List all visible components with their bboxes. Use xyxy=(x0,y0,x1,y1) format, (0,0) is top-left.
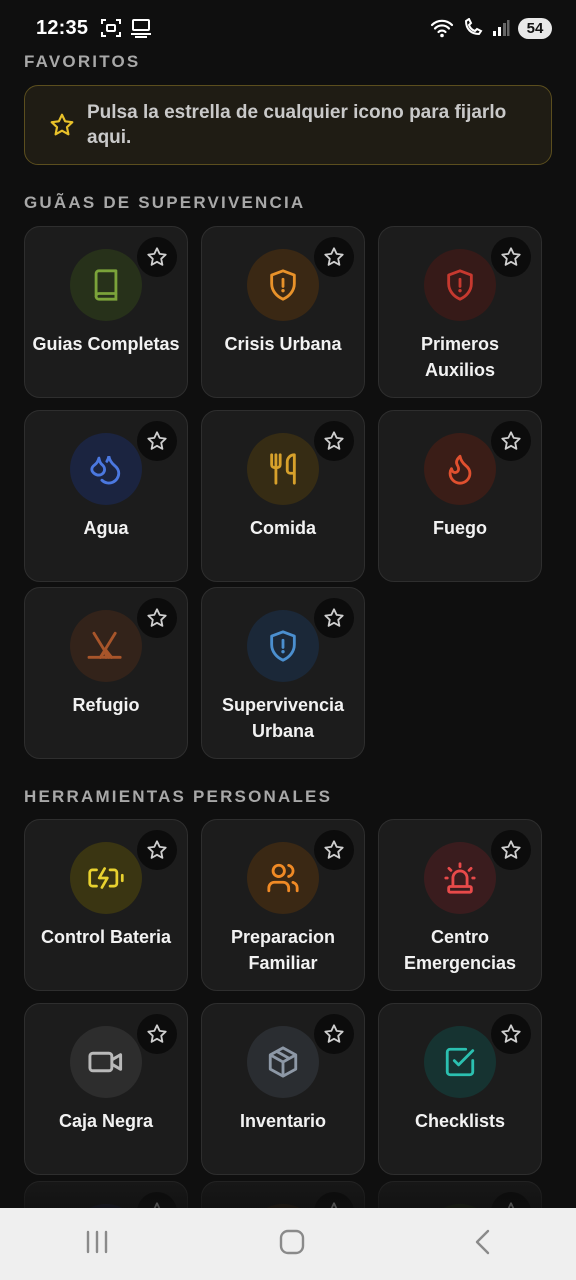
favorites-hint: Pulsa la estrella de cualquier icono par… xyxy=(87,102,507,148)
pin-favorite-button[interactable] xyxy=(314,1014,354,1054)
star-icon xyxy=(50,113,74,136)
card-label: Supervivencia Urbana xyxy=(221,695,345,741)
star-icon xyxy=(324,431,344,450)
tools-title: HERRAMIENTAS PERSONALES xyxy=(24,787,333,806)
card-label: Caja Negra xyxy=(58,1111,154,1131)
check-square-icon xyxy=(445,1047,475,1077)
star-icon xyxy=(147,247,167,266)
flame-icon xyxy=(448,454,472,485)
pin-favorite-button[interactable] xyxy=(491,421,531,461)
card-label: Inventario xyxy=(239,1111,327,1131)
video-icon xyxy=(88,1051,123,1073)
book-icon xyxy=(94,269,118,301)
status-time: 12:35 xyxy=(36,16,89,39)
favorites-title: FAVORITOS xyxy=(24,52,141,71)
pin-favorite-button[interactable] xyxy=(137,421,177,461)
card-label: Refugio xyxy=(72,695,140,715)
star-icon xyxy=(147,1024,167,1043)
card-label: Comida xyxy=(249,518,316,538)
guide-card-guias-completas[interactable]: Guias Completas xyxy=(24,226,188,398)
guide-card-comida[interactable]: Comida xyxy=(201,410,365,582)
card-label: Crisis Urbana xyxy=(224,334,342,354)
tool-card-checklists[interactable]: Checklists xyxy=(378,1003,542,1175)
recent-apps-button[interactable] xyxy=(83,1229,111,1260)
guide-card-primeros-auxilios[interactable]: Primeros Auxilios xyxy=(378,226,542,398)
star-icon xyxy=(324,840,344,859)
shield-alert-icon xyxy=(270,269,296,301)
tool-card-control-bateria[interactable]: Control Bateria xyxy=(24,819,188,991)
screenshot-icon xyxy=(101,19,122,37)
pin-favorite-button[interactable] xyxy=(491,830,531,870)
battery-charging-icon xyxy=(88,867,124,889)
back-button[interactable] xyxy=(473,1228,493,1261)
utensils-icon xyxy=(270,453,296,485)
tool-card-caja-negra[interactable]: Caja Negra xyxy=(24,1003,188,1175)
pin-favorite-button[interactable] xyxy=(491,1014,531,1054)
pin-favorite-button[interactable] xyxy=(491,237,531,277)
star-icon xyxy=(147,840,167,859)
star-icon xyxy=(501,840,521,859)
guide-card-agua[interactable]: Agua xyxy=(24,410,188,582)
card-label: Fuego xyxy=(433,518,487,538)
siren-icon xyxy=(444,862,476,894)
card-label: Control Bateria xyxy=(40,927,172,947)
pin-favorite-button[interactable] xyxy=(137,237,177,277)
star-icon xyxy=(501,1024,521,1043)
battery-level: 54 xyxy=(518,17,552,39)
star-icon xyxy=(324,1024,344,1043)
droplets-icon xyxy=(90,455,121,485)
card-label: Agua xyxy=(83,518,129,538)
pin-favorite-button[interactable] xyxy=(314,598,354,638)
star-icon xyxy=(501,431,521,450)
cast-icon xyxy=(131,19,152,38)
guides-title: GUÃ­AS DE SUPERVIVENCIA xyxy=(24,193,306,212)
signal-icon xyxy=(493,20,510,36)
star-icon xyxy=(324,608,344,627)
pin-favorite-button[interactable] xyxy=(137,1014,177,1054)
recent-apps-icon xyxy=(87,1230,108,1253)
card-label: Centro Emergencias xyxy=(403,927,517,973)
box-icon xyxy=(268,1046,298,1078)
back-icon xyxy=(475,1229,489,1254)
star-icon xyxy=(147,431,167,450)
star-icon xyxy=(324,247,344,266)
star-icon xyxy=(147,608,167,627)
pin-favorite-button[interactable] xyxy=(314,830,354,870)
pin-favorite-button[interactable] xyxy=(137,830,177,870)
guide-card-crisis-urbana[interactable]: Crisis Urbana xyxy=(201,226,365,398)
tent-icon xyxy=(87,631,122,659)
tool-card-inventario[interactable]: Inventario xyxy=(201,1003,365,1175)
card-label: Preparacion Familiar xyxy=(230,927,336,973)
shield-alert-icon xyxy=(447,269,473,301)
wifi-call-icon xyxy=(464,18,483,36)
tool-card-preparacion-familiar[interactable]: Preparacion Familiar xyxy=(201,819,365,991)
home-icon xyxy=(279,1229,305,1254)
pin-favorite-button[interactable] xyxy=(314,421,354,461)
favorites-empty-box: Pulsa la estrella de cualquier icono par… xyxy=(24,85,552,165)
system-nav-bar xyxy=(0,1178,576,1280)
guide-card-supervivencia-urbana[interactable]: Supervivencia Urbana xyxy=(201,587,365,759)
card-label: Primeros Auxilios xyxy=(420,334,500,380)
home-button[interactable] xyxy=(278,1228,306,1261)
guide-card-refugio[interactable]: Refugio xyxy=(24,587,188,759)
status-bar: 12:35 54 xyxy=(0,0,576,56)
shield-alert-icon xyxy=(270,630,296,662)
guide-card-fuego[interactable]: Fuego xyxy=(378,410,542,582)
tool-card-centro-emergencias[interactable]: Centro Emergencias xyxy=(378,819,542,991)
pin-favorite-button[interactable] xyxy=(137,598,177,638)
pin-favorite-button[interactable] xyxy=(314,237,354,277)
users-icon xyxy=(267,863,299,893)
wifi-icon xyxy=(430,19,454,38)
card-label: Checklists xyxy=(414,1111,506,1131)
card-label: Guias Completas xyxy=(32,334,180,354)
star-icon xyxy=(501,247,521,266)
